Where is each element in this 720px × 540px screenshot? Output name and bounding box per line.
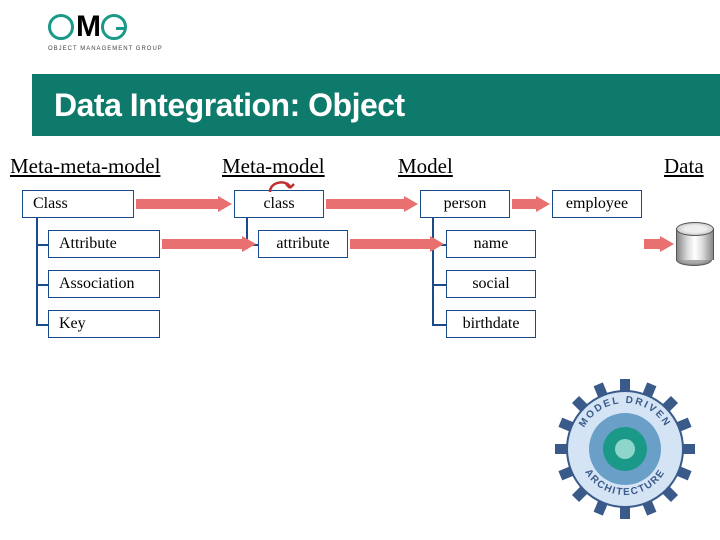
logo-subtitle: OBJECT MANAGEMENT GROUP (48, 46, 163, 52)
box-association-mm: Association (48, 270, 160, 298)
box-class-mm: Class (22, 190, 134, 218)
omg-logo: M OBJECT MANAGEMENT GROUP (48, 10, 163, 52)
box-social: social (446, 270, 536, 298)
arrow-attribute-to-attribute (162, 236, 256, 252)
col-head-data: Data (664, 154, 704, 179)
col-head-model: Model (398, 154, 453, 179)
box-person: person (420, 190, 510, 218)
arrow-employee-to-data (644, 236, 674, 252)
arrow-person-to-employee (512, 196, 550, 212)
box-name: name (446, 230, 536, 258)
arrow-class-to-person (326, 196, 418, 212)
box-key-mm: Key (48, 310, 160, 338)
arrow-attribute-to-name (350, 236, 444, 252)
col-head-metameta: Meta-meta-model (10, 154, 160, 179)
arrow-class-to-class (136, 196, 232, 212)
title-bar: Data Integration: Object (32, 74, 720, 136)
database-icon (676, 222, 712, 266)
slide-title: Data Integration: Object (54, 87, 405, 124)
box-employee: employee (552, 190, 642, 218)
self-loop-icon (266, 174, 298, 194)
box-attribute-mm: Attribute (48, 230, 160, 258)
mda-logo: MODEL DRIVEN ARCHITECTURE (550, 374, 700, 524)
box-attribute-m: attribute (258, 230, 348, 258)
box-birthdate: birthdate (446, 310, 536, 338)
